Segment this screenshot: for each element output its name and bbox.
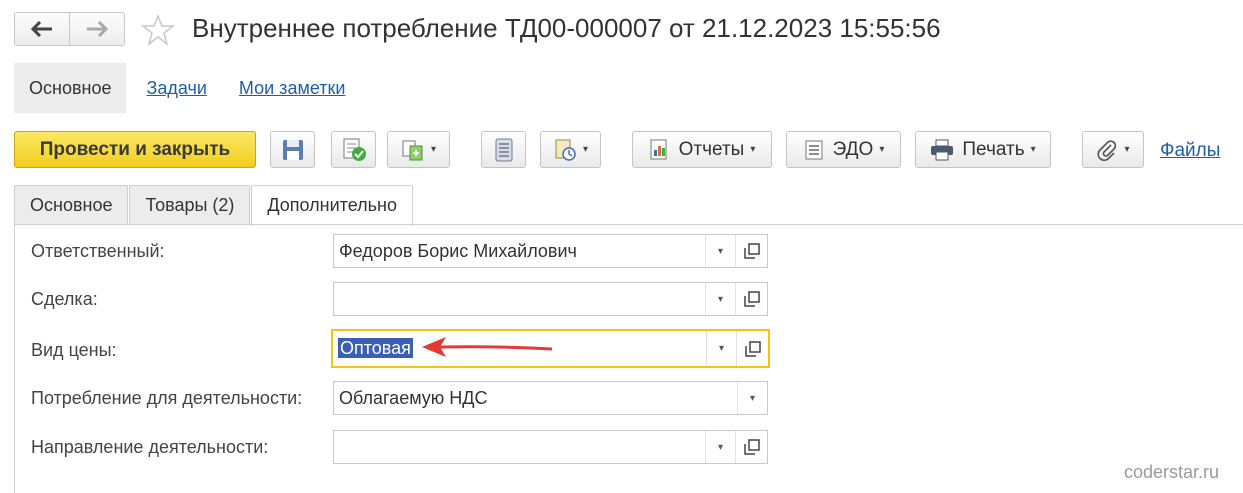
arrow-left-icon [31, 21, 52, 37]
create-based-on-button[interactable]: ▾ [387, 131, 450, 168]
document-structure-button[interactable]: ▾ [540, 131, 601, 168]
save-button[interactable] [270, 131, 315, 168]
direction-label: Направление деятельности: [31, 437, 269, 457]
form-subnav: Основное Задачи Мои заметки [14, 63, 357, 113]
open-window-icon [744, 340, 761, 357]
tab-goods[interactable]: Товары (2) [129, 185, 251, 225]
direction-field[interactable]: ▾ [333, 430, 768, 464]
responsible-value[interactable]: Федоров Борис Михайлович [334, 241, 705, 262]
deal-dropdown[interactable]: ▾ [705, 283, 735, 315]
tab-divider [14, 224, 1243, 225]
print-button[interactable]: Печать ▾ [915, 131, 1051, 168]
open-window-icon [743, 439, 760, 455]
paperclip-icon [1097, 139, 1117, 161]
printer-icon [931, 139, 954, 160]
watermark: coderstar.ru [1124, 462, 1220, 482]
price-type-label: Вид цены: [31, 340, 117, 360]
deal-open-button[interactable] [735, 283, 767, 315]
history-nav [14, 12, 125, 46]
post-and-close-button[interactable]: Провести и закрыть [14, 131, 256, 168]
chevron-down-icon: ▾ [717, 293, 724, 305]
edo-icon [805, 140, 823, 159]
create-based-on-icon [402, 140, 423, 160]
chevron-down-icon: ▾ [717, 441, 724, 453]
open-window-icon [743, 243, 760, 259]
post-button[interactable] [331, 131, 376, 168]
list-button[interactable] [481, 131, 526, 168]
responsible-label: Ответственный: [31, 241, 165, 261]
form-tabs: Основное Товары (2) Дополнительно [14, 185, 414, 226]
reports-button[interactable]: Отчеты ▾ [632, 131, 772, 168]
responsible-dropdown[interactable]: ▾ [705, 235, 735, 267]
window-title: Внутреннее потребление ТД00-000007 от 21… [192, 13, 941, 43]
files-link[interactable]: Файлы [1160, 140, 1220, 162]
reports-icon [650, 139, 667, 159]
edo-label: ЭДО [832, 138, 874, 160]
list-icon [495, 138, 512, 161]
arrow-right-icon [87, 21, 108, 37]
annotation-arrow-icon [422, 337, 553, 357]
direction-open-button[interactable] [735, 431, 767, 463]
floppy-disk-icon [282, 139, 303, 160]
panel-border [14, 224, 15, 493]
chevron-down-icon: ▾ [717, 245, 724, 257]
consumption-field[interactable]: Облагаемую НДС ▾ [333, 381, 768, 415]
chevron-down-icon: ▾ [749, 392, 756, 404]
direction-dropdown[interactable]: ▾ [705, 431, 735, 463]
star-icon[interactable] [140, 14, 176, 46]
chevron-down-icon: ▾ [718, 343, 725, 354]
subnav-tasks[interactable]: Задачи [146, 78, 206, 99]
consumption-dropdown[interactable]: ▾ [737, 382, 767, 414]
responsible-field[interactable]: Федоров Борис Михайлович ▾ [333, 234, 768, 268]
deal-field[interactable]: ▾ [333, 282, 768, 316]
document-clock-icon [555, 139, 576, 161]
consumption-label: Потребление для деятельности: [31, 388, 303, 408]
tab-main[interactable]: Основное [14, 185, 129, 225]
price-type-dropdown[interactable]: ▾ [706, 331, 736, 366]
tab-additional[interactable]: Дополнительно [251, 185, 413, 226]
subnav-notes[interactable]: Мои заметки [239, 78, 346, 99]
consumption-value[interactable]: Облагаемую НДС [334, 388, 737, 409]
edo-button[interactable]: ЭДО ▾ [786, 131, 901, 168]
price-type-value[interactable]: Оптовая [338, 338, 413, 358]
back-button[interactable] [15, 13, 69, 45]
print-label: Печать [962, 138, 1025, 160]
post-document-icon [343, 138, 366, 161]
open-window-icon [743, 291, 760, 307]
attach-button[interactable]: ▾ [1082, 131, 1144, 168]
price-type-open-button[interactable] [736, 331, 768, 366]
deal-label: Сделка: [31, 289, 98, 309]
forward-button[interactable] [69, 13, 124, 45]
reports-label: Отчеты [678, 138, 745, 160]
subnav-main[interactable]: Основное [14, 63, 127, 113]
responsible-open-button[interactable] [735, 235, 767, 267]
